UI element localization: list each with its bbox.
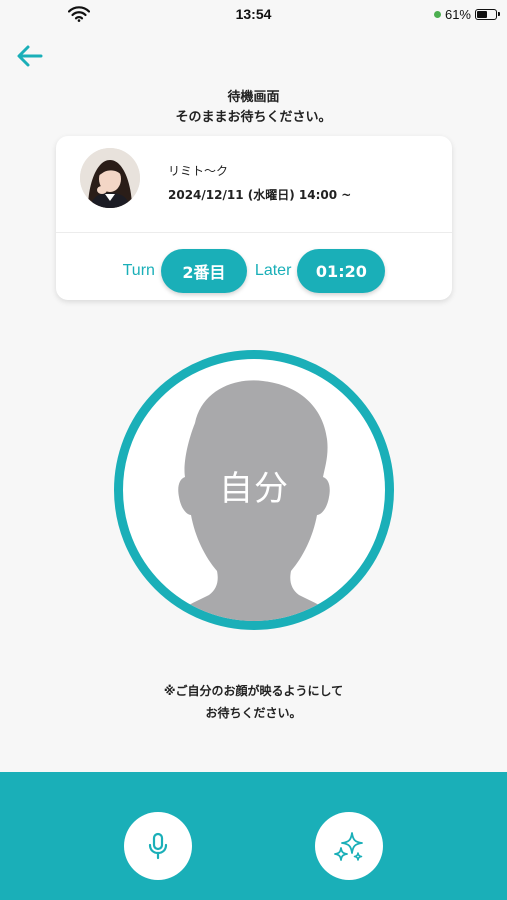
host-name: リミト〜ク [168,164,229,178]
microphone-button[interactable] [124,812,192,880]
battery-percent: 61% [444,7,471,22]
status-time: 13:54 [235,6,272,22]
page-subtitle: そのままお待ちください。 [175,110,332,125]
arrow-left-icon [17,45,43,67]
note-line-2: お待ちください。 [205,706,302,720]
bottom-control-bar [0,772,507,900]
host-card: リミト〜ク 2024/12/11 (水曜日) 14:00 ~ Turn 2番目 … [56,136,452,300]
self-label: 自分 [219,469,289,509]
back-button[interactable] [12,38,48,74]
later-label: Later [254,262,292,279]
battery-indicator: 61% [433,7,500,22]
battery-level [477,11,488,18]
effects-button[interactable] [315,812,383,880]
card-divider [56,232,452,233]
self-camera-preview: 自分 [114,350,394,630]
battery-icon [475,9,500,20]
sparkles-icon [334,832,363,861]
microphone-icon [148,832,168,860]
session-datetime: 2024/12/11 (水曜日) 14:00 ~ [168,188,352,202]
queue-status-row: Turn 2番目 Later 01:20 [56,248,452,294]
status-bar: 13:54 61% [0,0,507,30]
instruction-note: ※ご自分のお顔が映るようにして お待ちください。 [0,680,507,724]
host-avatar [80,148,140,208]
page-heading: 待機画面 そのままお待ちください。 [0,88,507,128]
turn-badge: 2番目 [160,249,247,293]
status-dot [433,11,441,18]
wait-time-badge: 01:20 [297,249,386,293]
note-line-1: ※ご自分のお顔が映るようにして [163,684,344,698]
page-title: 待機画面 [227,90,280,105]
turn-label: Turn [122,262,155,279]
